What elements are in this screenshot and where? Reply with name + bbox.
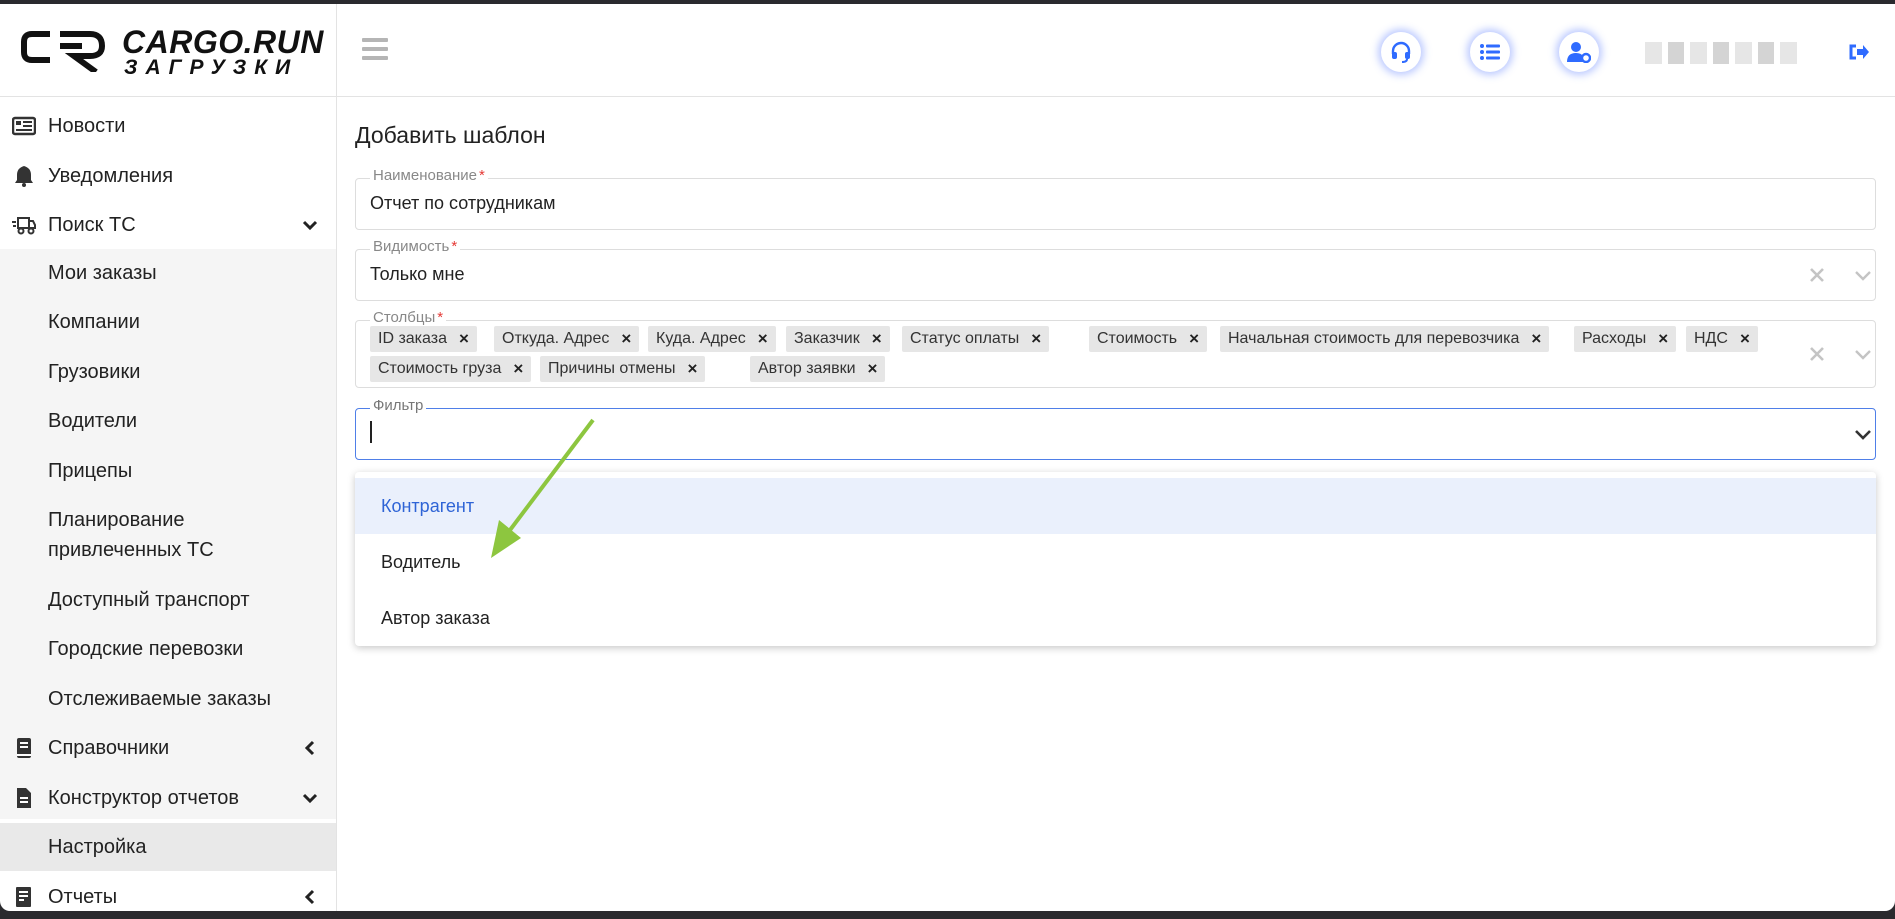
sidebar-item-label: Уведомления: [48, 164, 174, 187]
sidebar-subitem-trailers[interactable]: Прицепы: [48, 456, 132, 486]
sidebar-subitem-companies[interactable]: Компании: [48, 307, 140, 337]
filter-dropdown-menu: Контрагент Водитель Автор заказа: [355, 472, 1876, 646]
required-mark: *: [437, 309, 444, 326]
text-cursor: [370, 421, 372, 443]
logo-mark-icon: [21, 31, 106, 72]
user-name-blurred: [1645, 42, 1798, 64]
visibility-field-label: Видимость *: [370, 238, 461, 255]
remove-chip-icon[interactable]: ×: [513, 359, 523, 379]
list-button[interactable]: [1470, 32, 1510, 72]
sidebar-subitem-planning[interactable]: Планирование привлеченных ТС: [48, 505, 214, 565]
list-icon: [1480, 44, 1500, 60]
report-icon: [16, 887, 31, 907]
newspaper-icon: [12, 116, 36, 136]
remove-chip-icon[interactable]: ×: [1740, 329, 1750, 349]
page-title: Добавить шаблон: [355, 122, 546, 148]
sidebar-item-label: Отчеты: [48, 885, 118, 908]
sidebar-item-label: Поиск ТС: [48, 213, 136, 236]
sidebar-subitem-city-transport[interactable]: Городские перевозки: [48, 634, 243, 664]
sidebar-subitem-tracked-orders[interactable]: Отслеживаемые заказы: [48, 684, 271, 714]
sidebar-subitem-my-orders[interactable]: Мои заказы: [48, 258, 157, 288]
sidebar-item-references[interactable]: Справочники: [0, 724, 336, 772]
remove-chip-icon[interactable]: ×: [1031, 329, 1041, 349]
column-chip: Начальная стоимость для перевозчика ×: [1220, 326, 1550, 352]
book-icon: [17, 738, 31, 758]
truck-fast-icon: [12, 217, 36, 235]
filter-option-counterparty[interactable]: Контрагент: [355, 478, 1876, 534]
logo-subtitle: ЗАГРУЗКИ: [124, 56, 299, 79]
top-bar: CARGO.RUN ЗАГРУЗКИ: [0, 4, 1895, 97]
columns-field-label: Столбцы *: [370, 309, 447, 326]
logo[interactable]: CARGO.RUN ЗАГРУЗКИ: [20, 24, 323, 80]
remove-chip-icon[interactable]: ×: [1189, 329, 1199, 349]
file-icon: [17, 788, 31, 808]
remove-chip-icon[interactable]: ×: [621, 329, 631, 349]
visibility-value: Только мне: [370, 264, 465, 284]
column-chip: ID заказа ×: [370, 326, 477, 352]
remove-chip-icon[interactable]: ×: [872, 329, 882, 349]
bell-icon: [15, 166, 33, 187]
name-field[interactable]: Наименование * Отчет по сотрудникам: [355, 167, 1876, 230]
main-content: Добавить шаблон Наименование * Отчет по с…: [337, 98, 1895, 911]
clear-icon[interactable]: [1808, 345, 1826, 363]
column-chip: Автор заявки ×: [750, 356, 886, 382]
sidebar-item-label: Новости: [48, 114, 126, 137]
chevron-left-icon: [304, 889, 315, 905]
menu-bar-icon: [362, 56, 388, 60]
column-chip: Причины отмены ×: [540, 356, 706, 382]
filter-option-driver[interactable]: Водитель: [355, 534, 1876, 590]
chevron-down-icon: [302, 220, 318, 231]
app-window: CARGO.RUN ЗАГРУЗКИ Новости Уведомления П…: [0, 4, 1895, 911]
sidebar-item-notifications[interactable]: Уведомления: [0, 152, 336, 200]
sidebar-item-news[interactable]: Новости: [0, 102, 336, 150]
visibility-select[interactable]: Видимость * Только мне: [355, 238, 1876, 301]
filter-select[interactable]: Фильтр: [355, 397, 1876, 460]
filter-option-order-author[interactable]: Автор заказа: [355, 590, 1876, 646]
menu-bar-icon: [362, 47, 388, 51]
sidebar-item-label: Справочники: [48, 736, 170, 759]
clear-icon[interactable]: [1808, 266, 1826, 284]
logout-icon[interactable]: [1848, 42, 1870, 62]
sidebar-subitem-available-transport[interactable]: Доступный транспорт: [48, 585, 250, 615]
chevron-down-icon[interactable]: [1853, 265, 1873, 285]
sidebar-subitem-settings[interactable]: Настройка: [48, 832, 146, 862]
remove-chip-icon[interactable]: ×: [1658, 329, 1668, 349]
filter-field-label: Фильтр: [370, 397, 427, 414]
chevron-down-icon[interactable]: [1853, 424, 1873, 444]
required-mark: *: [451, 238, 458, 255]
column-chip: Стоимость ×: [1089, 326, 1208, 352]
column-chip: Откуда. Адрес ×: [494, 326, 640, 352]
column-chip: Заказчик ×: [786, 326, 890, 352]
sidebar-subitem-drivers[interactable]: Водители: [48, 406, 137, 436]
sidebar-item-report-builder[interactable]: Конструктор отчетов: [0, 774, 336, 822]
headset-icon: [1391, 41, 1411, 63]
chevron-left-icon: [304, 740, 315, 756]
sidebar-subitem-trucks[interactable]: Грузовики: [48, 357, 140, 387]
support-button[interactable]: [1381, 32, 1421, 72]
sidebar-item-reports[interactable]: Отчеты: [0, 873, 336, 911]
chevron-down-icon[interactable]: [1853, 344, 1873, 364]
sidebar: Новости Уведомления Поиск ТС Мои заказы: [0, 98, 336, 911]
column-chip: Куда. Адрес ×: [648, 326, 776, 352]
name-field-label: Наименование *: [370, 167, 488, 184]
user-settings-button[interactable]: [1559, 32, 1599, 72]
menu-toggle-button[interactable]: [362, 38, 388, 62]
name-value: Отчет по сотрудникам: [370, 193, 556, 213]
columns-multiselect[interactable]: Столбцы * ID заказа × Откуда. Адрес × Куда.…: [355, 309, 1876, 388]
remove-chip-icon[interactable]: ×: [868, 359, 878, 379]
sidebar-item-vehicle-search[interactable]: Поиск ТС: [0, 201, 336, 249]
remove-chip-icon[interactable]: ×: [459, 329, 469, 349]
menu-bar-icon: [362, 38, 388, 42]
user-gear-icon: [1567, 42, 1591, 63]
column-chip: Стоимость груза ×: [370, 356, 532, 382]
chevron-down-icon: [302, 793, 318, 804]
column-chip: НДС ×: [1686, 326, 1758, 352]
required-mark: *: [478, 167, 485, 184]
remove-chip-icon[interactable]: ×: [1531, 329, 1541, 349]
column-chip: Статус оплаты ×: [902, 326, 1050, 352]
column-chip: Расходы ×: [1574, 326, 1677, 352]
remove-chip-icon[interactable]: ×: [688, 359, 698, 379]
remove-chip-icon[interactable]: ×: [758, 329, 768, 349]
sidebar-item-label: Конструктор отчетов: [48, 786, 239, 809]
